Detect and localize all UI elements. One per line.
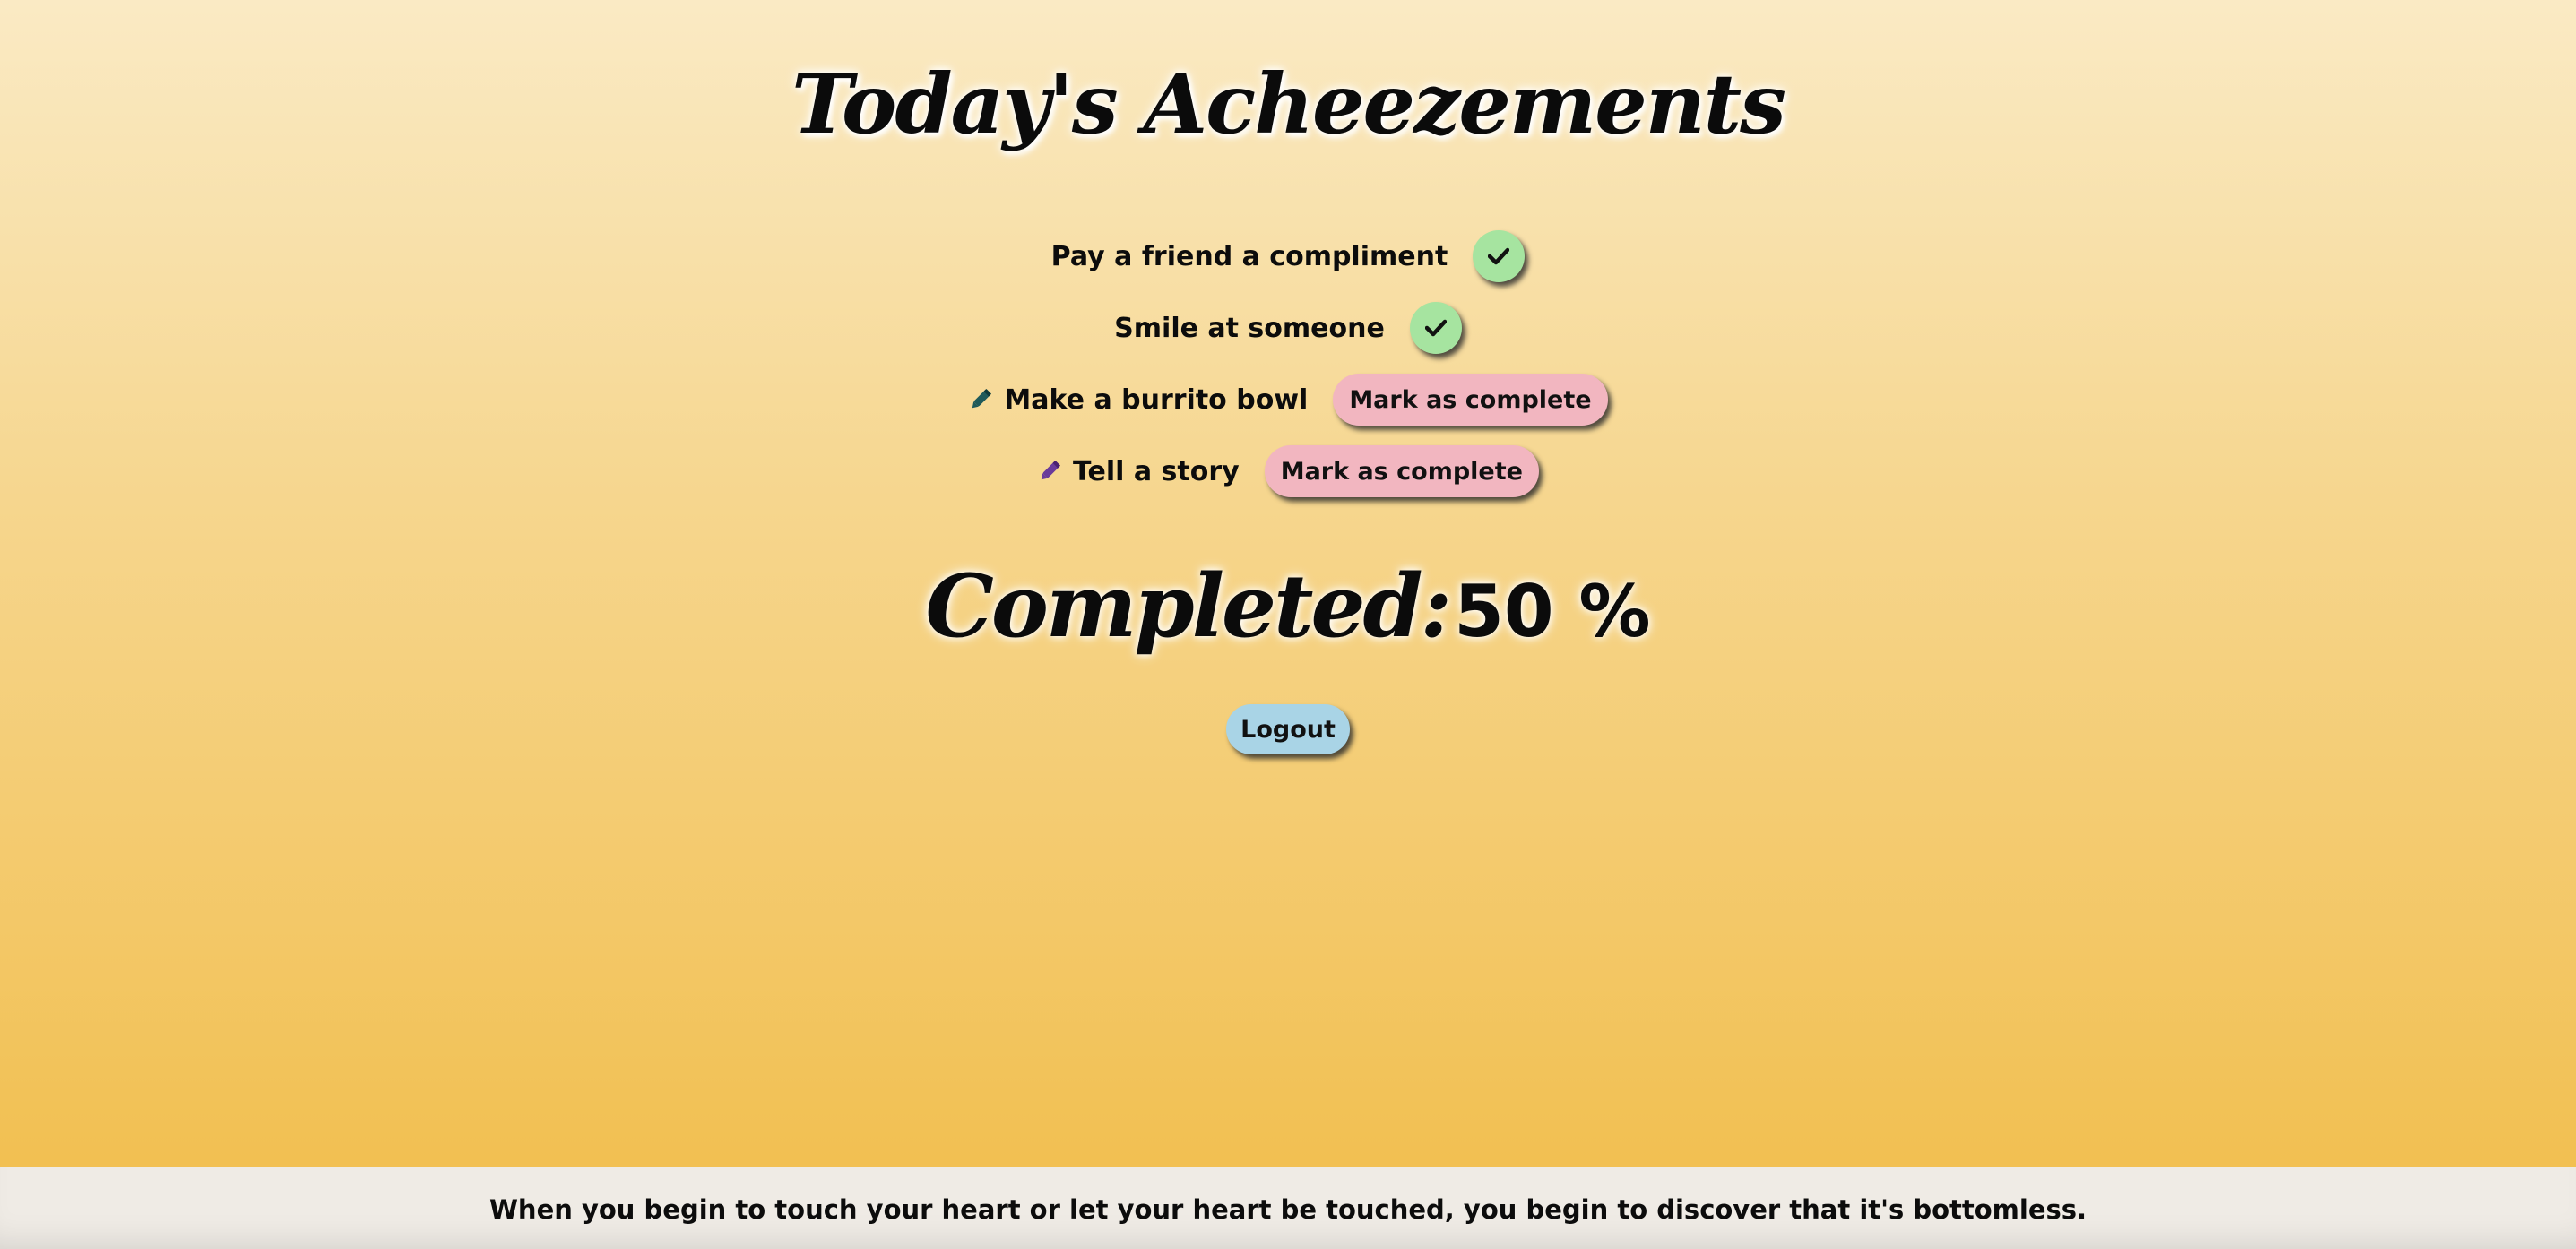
pencil-icon[interactable] xyxy=(968,387,993,412)
page-title: Today's Acheezements xyxy=(791,56,1786,152)
footer: When you begin to touch your heart or le… xyxy=(0,1167,2576,1249)
check-icon xyxy=(1424,319,1447,337)
completion-progress: Completed: 50 % xyxy=(0,556,2576,657)
task-label-wrapper: Make a burrito bowl xyxy=(968,384,1308,416)
task-label: Make a burrito bowl xyxy=(1004,383,1309,416)
list-item: Make a burrito bowl Mark as complete xyxy=(968,364,1608,435)
pencil-icon[interactable] xyxy=(1037,459,1062,484)
footer-quote: When you begin to touch your heart or le… xyxy=(488,1194,2088,1225)
task-label: Tell a story xyxy=(1073,455,1240,487)
completion-label: Completed: xyxy=(925,556,1452,657)
task-label-wrapper: Tell a story xyxy=(1037,456,1240,487)
logout-button[interactable]: Logout xyxy=(1226,704,1350,754)
completed-check-button[interactable] xyxy=(1409,302,1462,354)
list-item: Smile at someone xyxy=(1114,292,1462,364)
task-label: Pay a friend a compliment xyxy=(1050,240,1448,272)
mark-complete-button[interactable]: Mark as complete xyxy=(1333,374,1608,426)
task-list: Pay a friend a compliment Smile at someo… xyxy=(0,220,2576,507)
list-item: Pay a friend a compliment xyxy=(1051,220,1526,292)
completed-check-button[interactable] xyxy=(1473,230,1526,282)
list-item: Tell a story Mark as complete xyxy=(1037,435,1539,507)
mark-complete-button[interactable]: Mark as complete xyxy=(1264,445,1539,497)
main-page: Today's Acheezements Pay a friend a comp… xyxy=(0,0,2576,1167)
completion-value: 50 % xyxy=(1454,570,1651,653)
task-label: Smile at someone xyxy=(1114,312,1385,344)
check-icon xyxy=(1488,247,1510,265)
logout-container: Logout xyxy=(0,704,2576,754)
